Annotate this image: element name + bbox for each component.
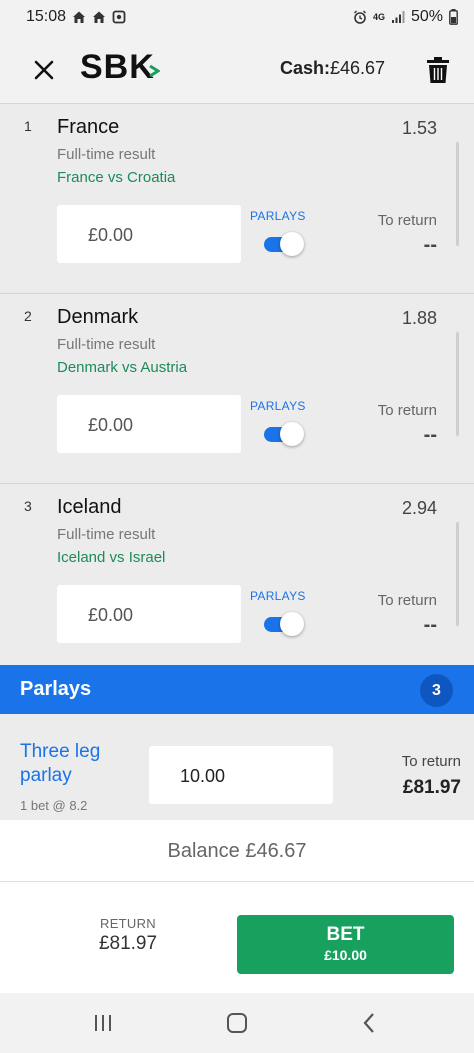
- parlays-title: Parlays: [20, 678, 92, 700]
- parlays-toggle-label: PARLAYS: [250, 209, 306, 223]
- to-return-label: To return: [377, 402, 437, 419]
- parlays-section-header[interactable]: Parlays 3: [0, 665, 474, 714]
- trash-icon[interactable]: [425, 56, 451, 84]
- parlay-bet-info: 1 bet @ 8.2: [20, 798, 88, 813]
- selection-number: 1: [24, 118, 32, 134]
- selection-market: Full-time result: [57, 526, 156, 543]
- selection-team: France: [57, 116, 120, 138]
- selection-event: Iceland vs Israel: [57, 549, 166, 566]
- return-label: RETURN: [100, 916, 156, 931]
- betslip-header: SBK Cash:£46.67: [0, 34, 474, 104]
- system-navigation-bar: [0, 993, 474, 1053]
- home-icon: [93, 11, 106, 23]
- to-return-label: To return: [377, 592, 437, 609]
- selection-card: 3 Iceland 2.94 Full-time result Iceland …: [0, 484, 474, 665]
- to-return-label: To return: [377, 212, 437, 229]
- back-icon[interactable]: [358, 1011, 382, 1035]
- selection-card: 1 France 1.53 Full-time result France vs…: [0, 104, 474, 294]
- battery-percent: 50%: [410, 8, 443, 25]
- logo-arrow-icon: [149, 64, 160, 78]
- parlay-name: Three leg parlay: [20, 741, 101, 786]
- status-time: 15:08: [26, 8, 67, 25]
- battery-icon: [449, 9, 458, 25]
- scrollbar[interactable]: [456, 332, 459, 436]
- close-icon[interactable]: [30, 56, 58, 84]
- stake-input[interactable]: £0.00: [57, 585, 241, 643]
- selection-odds: 1.53: [401, 118, 437, 138]
- balance-text: Balance £46.67: [0, 820, 474, 882]
- signal-icon: [391, 11, 405, 23]
- network-type: 4G: [372, 12, 385, 22]
- recent-apps-icon[interactable]: [91, 1011, 115, 1035]
- parlay-toggle[interactable]: [264, 422, 304, 446]
- selection-team: Denmark: [57, 306, 139, 328]
- parlay-row: Three leg parlay 1 bet @ 8.2 10.00 To re…: [0, 714, 474, 820]
- selection-market: Full-time result: [57, 336, 156, 353]
- return-value: £81.97: [98, 933, 158, 954]
- selection-team: Iceland: [57, 496, 122, 518]
- parlay-toggle[interactable]: [264, 612, 304, 636]
- selection-card: 2 Denmark 1.88 Full-time result Denmark …: [0, 294, 474, 484]
- selection-odds: 2.94: [401, 498, 437, 518]
- selection-odds: 1.88: [401, 308, 437, 328]
- alarm-icon: [353, 10, 366, 24]
- selection-event: Denmark vs Austria: [57, 359, 188, 376]
- parlays-count-badge: 3: [420, 674, 453, 707]
- selection-number: 2: [24, 308, 32, 324]
- cash-balance: Cash:£46.67: [280, 58, 385, 79]
- selection-number: 3: [24, 498, 32, 514]
- to-return-value: --: [423, 234, 437, 256]
- stake-input[interactable]: £0.00: [57, 205, 241, 263]
- stake-input[interactable]: £0.00: [57, 395, 241, 453]
- parlay-stake-input[interactable]: 10.00: [149, 746, 333, 804]
- selection-market: Full-time result: [57, 146, 156, 163]
- cash-value: £46.67: [330, 58, 386, 78]
- sbk-logo: SBK: [80, 48, 155, 86]
- to-return-value: --: [423, 614, 437, 636]
- parlays-toggle-label: PARLAYS: [250, 589, 306, 603]
- selection-event: France vs Croatia: [57, 169, 176, 186]
- parlay-to-return-value: £81.97: [402, 777, 461, 798]
- bet-button-label: BET: [326, 924, 365, 945]
- status-bar: 15:08 4G 50%: [0, 0, 474, 34]
- home-icon: [73, 11, 86, 23]
- notification-app-icon: [112, 10, 126, 24]
- parlay-toggle[interactable]: [264, 232, 304, 256]
- home-button-icon[interactable]: [225, 1011, 249, 1035]
- scrollbar[interactable]: [456, 522, 459, 626]
- to-return-value: --: [423, 424, 437, 446]
- bet-button-amount: £10.00: [324, 947, 367, 963]
- place-bet-button[interactable]: BET £10.00: [237, 915, 454, 974]
- cash-label: Cash:: [280, 58, 331, 78]
- scrollbar[interactable]: [456, 142, 459, 246]
- bet-footer: RETURN £81.97 BET £10.00: [0, 882, 474, 993]
- parlay-to-return-label: To return: [401, 753, 461, 770]
- parlays-toggle-label: PARLAYS: [250, 399, 306, 413]
